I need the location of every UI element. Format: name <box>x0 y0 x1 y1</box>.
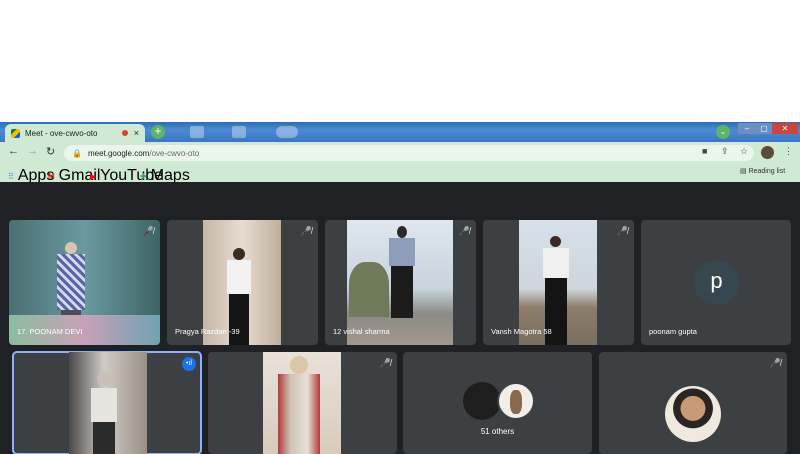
participant-avatar: p <box>694 260 739 305</box>
recording-indicator-icon <box>121 130 128 136</box>
mic-off-icon: 🎤̸ <box>769 358 781 368</box>
new-tab-button[interactable]: + <box>151 125 165 139</box>
mic-off-icon: 🎤̸ <box>142 226 154 236</box>
address-bar[interactable]: 🔒 meet.google.com/ove-cwvo-oto <box>64 145 754 161</box>
participant-tile[interactable]: 🎤̸ Vansh Magotra 58 <box>483 220 634 345</box>
participant-name: Vansh Magotra 58 <box>491 327 552 336</box>
back-arrow-icon[interactable]: ← <box>8 145 19 157</box>
maps-pin-icon: ✚ <box>140 171 147 181</box>
participant-name: 12 vishal sharma <box>333 327 390 336</box>
tab-search-icon[interactable]: ⌄ <box>716 125 730 139</box>
taskbar-app-icon[interactable] <box>232 126 246 138</box>
participant-tile[interactable]: 🎤̸ 12 vishal sharma <box>325 220 476 345</box>
close-window-button[interactable]: ✕ <box>772 123 798 134</box>
meet-favicon-icon <box>11 128 20 138</box>
url-path: /ove-cwvo-oto <box>149 148 200 158</box>
maximize-button[interactable]: ▢ <box>756 123 772 134</box>
participant-tile[interactable]: p poonam gupta <box>641 220 791 345</box>
participant-tile[interactable]: 🎤̸ Pragya Razdan -39 <box>167 220 318 345</box>
taskbar-app-icon[interactable] <box>190 126 204 138</box>
bookmark-star-icon[interactable]: ☆ <box>740 146 748 157</box>
tab-meet[interactable]: Meet - ove-cwvo-oto × <box>5 124 145 142</box>
participant-tile[interactable]: 🎤̸ 17. POONAM DEVI <box>9 220 160 345</box>
camera-in-use-icon[interactable]: ■ <box>702 146 707 156</box>
tab-close-icon[interactable]: × <box>134 128 139 138</box>
reading-list-label: Reading list <box>748 168 786 175</box>
participant-avatar <box>463 382 501 420</box>
minimize-button[interactable]: – <box>738 123 756 134</box>
reading-list-button[interactable]: ▤ Reading list <box>740 167 785 175</box>
mic-off-icon: 🎤̸ <box>379 358 391 368</box>
reload-icon[interactable]: ↻ <box>46 145 55 158</box>
reading-list-icon: ▤ <box>740 168 749 175</box>
mic-off-icon: 🎤̸ <box>300 226 312 236</box>
apps-grid-icon: ⠿ <box>8 171 14 181</box>
participant-tile[interactable]: 🎤̸ <box>599 352 787 454</box>
others-count: 51 others <box>480 427 515 436</box>
participant-tile-self[interactable]: •ıl <box>12 351 202 454</box>
audio-level-icon: •ıl <box>182 357 196 371</box>
taskbar-app-icon[interactable] <box>276 126 298 138</box>
blank-area <box>0 0 800 122</box>
menu-kebab-icon[interactable]: ⋮ <box>784 146 793 157</box>
participant-name: 17. POONAM DEVI <box>17 327 83 336</box>
participant-name: poonam gupta <box>649 327 697 336</box>
share-icon[interactable]: ⇪ <box>721 146 729 157</box>
url-host: meet.google.com <box>87 148 150 158</box>
others-tile[interactable]: 51 others <box>403 352 592 454</box>
mic-off-icon: 🎤̸ <box>458 226 470 236</box>
youtube-icon: ▶ <box>90 171 97 181</box>
lock-icon: 🔒 <box>72 148 82 158</box>
profile-avatar[interactable] <box>761 146 774 159</box>
mic-off-icon: 🎤̸ <box>616 226 628 236</box>
forward-arrow-icon[interactable]: → <box>27 145 38 157</box>
participant-tile[interactable]: 🎤̸ <box>208 352 397 454</box>
participant-avatar <box>665 386 721 442</box>
tab-title: Meet - ove-cwvo-oto <box>25 128 98 138</box>
meet-stage: 🎤̸ 17. POONAM DEVI 🎤̸ Pragya Razdan -39 … <box>0 182 800 454</box>
gmail-icon: M <box>48 171 55 181</box>
participant-name: Pragya Razdan -39 <box>175 327 240 336</box>
